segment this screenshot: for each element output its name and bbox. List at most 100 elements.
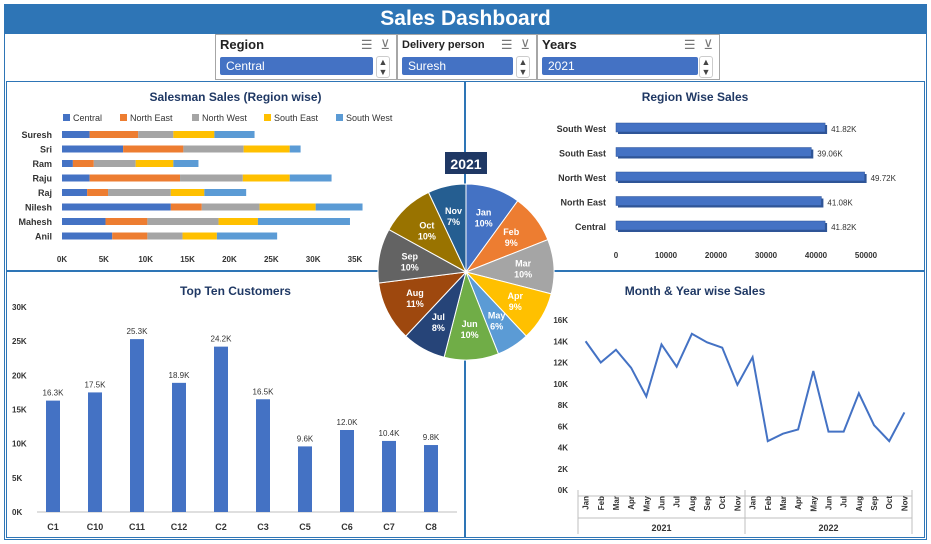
y-tick-label: 20K — [12, 371, 27, 380]
bar — [256, 399, 270, 512]
bar — [615, 220, 826, 231]
x-tick-label: 15K — [180, 255, 195, 264]
scroll-spinner-icon[interactable]: ▲ ▼ — [699, 56, 713, 78]
x-tick-label: 25K — [264, 255, 279, 264]
month-tick-label: Feb — [597, 496, 606, 510]
month-tick-label: Nov — [733, 495, 742, 511]
year-group-label: 2021 — [651, 523, 671, 533]
multi-select-icon[interactable]: ☰ — [684, 37, 696, 53]
slice-category-label: May — [488, 310, 506, 320]
bar-segment — [243, 145, 290, 153]
bar-segment — [147, 218, 219, 225]
month-tick-label: Aug — [855, 496, 864, 512]
bar — [615, 122, 826, 133]
category-label: C1 — [47, 522, 59, 532]
bar-segment — [147, 232, 183, 240]
month-tick-label: Jun — [825, 496, 834, 510]
data-label: 25.3K — [127, 327, 149, 336]
bar-segment — [93, 160, 136, 167]
y-tick-label: 8K — [558, 401, 568, 410]
years-selected-item[interactable]: 2021 — [542, 57, 698, 75]
x-tick-label: 5K — [99, 255, 109, 264]
scroll-spinner-icon[interactable]: ▲ ▼ — [376, 56, 390, 78]
month-tick-label: Jul — [840, 496, 849, 508]
category-label: Central — [575, 222, 606, 232]
category-label: C7 — [383, 522, 395, 532]
month-tick-label: Mar — [612, 496, 621, 510]
month-tick-label: Nov — [900, 495, 909, 511]
multi-select-icon[interactable]: ☰ — [501, 37, 513, 53]
bar — [172, 382, 186, 512]
slice-percent-label: 9% — [505, 238, 518, 248]
slice-category-label: Jan — [476, 208, 492, 218]
slice-category-label: Jun — [462, 319, 478, 329]
x-tick-label: 30000 — [755, 251, 778, 260]
data-label: 9.8K — [423, 433, 440, 442]
data-label: 16.5K — [253, 387, 275, 396]
slice-percent-label: 10% — [418, 231, 436, 241]
y-tick-label: 25K — [12, 337, 27, 346]
bar-segment — [62, 203, 171, 211]
legend-swatch — [192, 114, 199, 121]
data-label: 10.4K — [379, 429, 401, 438]
region-slicer[interactable]: Region ☰ ⊻ Central ▲ ▼ — [215, 34, 397, 80]
y-tick-label: 4K — [558, 444, 568, 453]
category-label: C6 — [341, 522, 353, 532]
slice-percent-label: 10% — [514, 269, 532, 279]
bar-segment — [218, 218, 258, 225]
bar-segment — [62, 189, 88, 196]
category-label: Anil — [35, 232, 52, 242]
bar-segment — [204, 189, 247, 196]
bar-segment — [182, 232, 217, 240]
data-label: 41.82K — [831, 223, 857, 232]
bar-segment — [180, 174, 243, 182]
region-slicer-header: Region — [220, 37, 265, 52]
x-tick-label: 40000 — [805, 251, 828, 260]
delivery-person-selected-item[interactable]: Suresh — [402, 57, 513, 75]
y-tick-label: 15K — [12, 406, 27, 415]
pie-title: 2021 — [450, 156, 481, 172]
data-label: 17.5K — [85, 380, 107, 389]
month-tick-label: Aug — [688, 496, 697, 512]
bar-segment — [289, 145, 301, 153]
month-tick-label: Oct — [718, 496, 727, 510]
category-label: North East — [560, 198, 606, 208]
category-label: C10 — [87, 522, 104, 532]
month-tick-label: Mar — [779, 496, 788, 510]
bar-segment — [138, 131, 174, 138]
legend-label: North West — [202, 113, 247, 123]
slice-category-label: Apr — [507, 291, 523, 301]
delivery-person-slicer-header: Delivery person — [402, 39, 485, 51]
multi-select-icon[interactable]: ☰ — [361, 37, 373, 53]
bar-segment — [62, 160, 73, 167]
legend-swatch — [120, 114, 127, 121]
slice-percent-label: 6% — [490, 321, 503, 331]
x-tick-label: 0 — [614, 251, 619, 260]
data-label: 12.0K — [337, 418, 359, 427]
slice-percent-label: 10% — [461, 330, 479, 340]
clear-filter-icon[interactable]: ⊻ — [703, 37, 713, 53]
bar-segment — [183, 145, 244, 153]
delivery-person-slicer[interactable]: Delivery person ☰ ⊻ Suresh ▲ ▼ — [397, 34, 537, 80]
slice-category-label: Mar — [515, 258, 532, 268]
month-tick-label: Sep — [870, 496, 879, 511]
bar-segment — [123, 145, 184, 153]
data-label: 18.9K — [169, 371, 191, 380]
bar-segment — [173, 160, 199, 167]
month-tick-label: May — [642, 495, 651, 511]
years-slicer[interactable]: Years ☰ ⊻ 2021 ▲ ▼ — [537, 34, 720, 80]
category-label: Mahesh — [18, 217, 52, 227]
bar-segment — [289, 174, 332, 182]
category-label: C11 — [129, 522, 145, 532]
slice-category-label: Nov — [445, 206, 462, 216]
category-label: South West — [557, 124, 606, 134]
clear-filter-icon[interactable]: ⊻ — [520, 37, 530, 53]
bar-segment — [89, 174, 181, 182]
clear-filter-icon[interactable]: ⊻ — [380, 37, 390, 53]
bar-segment — [62, 145, 124, 153]
category-label: C8 — [425, 522, 437, 532]
scroll-spinner-icon[interactable]: ▲ ▼ — [516, 56, 530, 78]
region-selected-item[interactable]: Central — [220, 57, 373, 75]
bar — [382, 440, 396, 512]
bar — [615, 147, 812, 157]
